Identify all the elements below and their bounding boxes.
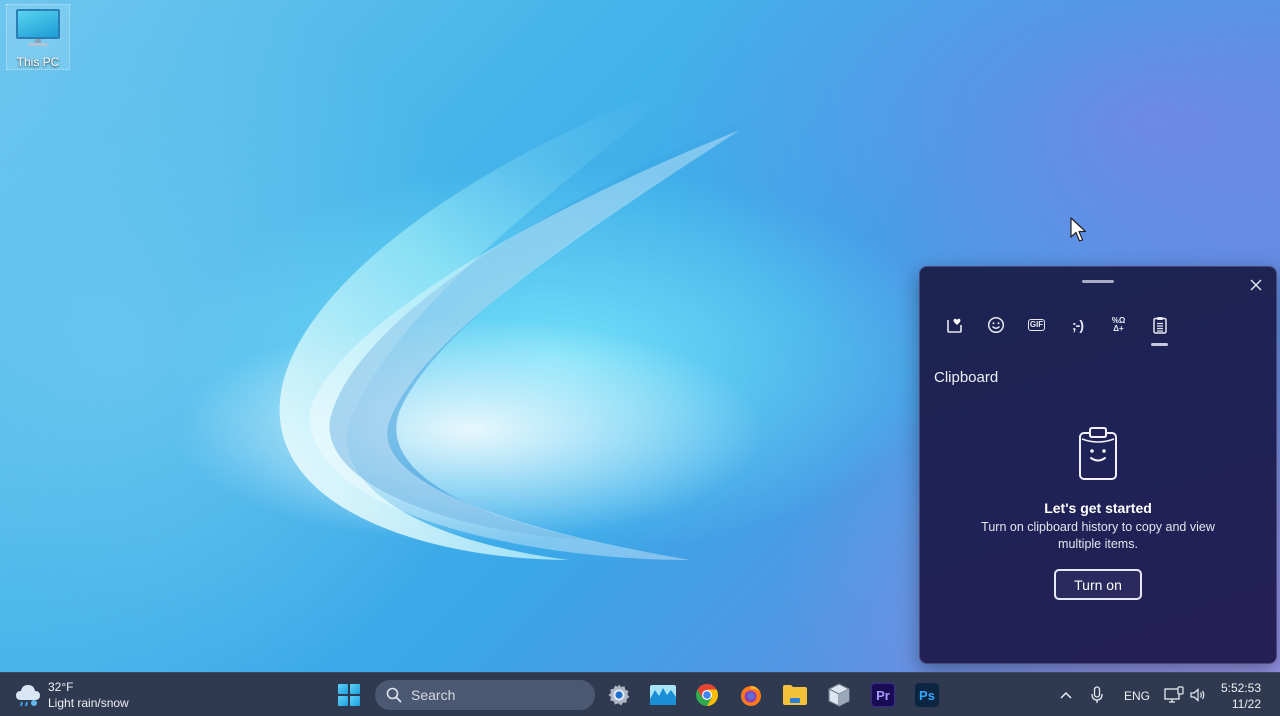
weather-condition: Light rain/snow <box>48 696 129 710</box>
windows-logo-icon <box>338 684 348 694</box>
clock-time: 5:52:53 <box>1220 681 1261 695</box>
tab-emoji[interactable] <box>975 311 1016 339</box>
close-icon <box>1250 279 1262 291</box>
speaker-volume-icon <box>1190 688 1205 702</box>
weather-temperature: 32°F <box>48 680 74 694</box>
mouse-cursor-icon <box>1070 217 1087 242</box>
start-button[interactable] <box>338 684 360 706</box>
taskbar-app-settings[interactable] <box>605 681 633 709</box>
folder-icon <box>783 685 807 705</box>
panel-tabs: GIF ;-) %Ω Δ+ <box>934 311 1180 346</box>
drag-handle[interactable] <box>1082 280 1114 283</box>
clipboard-smiley-icon <box>1079 427 1117 480</box>
taskbar-app-firefox[interactable] <box>737 681 765 709</box>
weather-cloud-snow-icon <box>16 685 40 707</box>
volume-button[interactable] <box>1184 681 1212 709</box>
taskbar-search[interactable]: Search <box>375 680 595 710</box>
virtualbox-icon <box>828 683 850 707</box>
taskbar-app-virtualbox[interactable] <box>825 681 853 709</box>
chrome-icon <box>696 684 718 706</box>
search-placeholder: Search <box>411 687 456 703</box>
empty-state-heading: Let's get started <box>1044 500 1152 516</box>
clipboard-icon <box>1152 317 1167 334</box>
tab-clipboard[interactable] <box>1139 311 1180 346</box>
premiere-pro-icon: Pr <box>871 683 895 707</box>
symbols-icon: %Ω Δ+ <box>1111 316 1126 333</box>
kaomoji-icon: ;-) <box>1072 317 1084 333</box>
wallpaper-swirl <box>279 80 790 560</box>
search-icon <box>386 687 402 703</box>
chevron-up-icon <box>1060 691 1072 699</box>
firefox-icon <box>741 686 761 706</box>
microphone-icon <box>1091 686 1103 703</box>
smiley-icon <box>987 316 1004 334</box>
turn-on-button[interactable]: Turn on <box>1054 569 1142 600</box>
clock-date: 11/22 <box>1231 697 1261 711</box>
tab-favorites[interactable] <box>934 311 975 339</box>
photos-icon <box>650 685 676 705</box>
show-hidden-icons-button[interactable] <box>1052 681 1080 709</box>
gif-icon: GIF <box>1027 319 1046 331</box>
desktop-icon-this-pc[interactable]: This PC <box>6 4 70 70</box>
taskbar-app-premiere-pro[interactable]: Pr <box>869 681 897 709</box>
section-title: Clipboard <box>934 369 999 386</box>
taskbar: 32°F Light rain/snow Search Pr Ps ENG 5:… <box>0 672 1280 716</box>
tab-kaomoji[interactable]: ;-) <box>1057 311 1098 339</box>
taskbar-app-file-explorer[interactable] <box>781 681 809 709</box>
tab-symbols[interactable]: %Ω Δ+ <box>1098 311 1139 339</box>
empty-state-description: Turn on clipboard history to copy and vi… <box>981 520 1215 551</box>
weather-widget[interactable]: 32°F Light rain/snow <box>14 679 129 711</box>
settings-gear-icon <box>608 684 630 706</box>
computer-monitor-icon <box>16 9 60 40</box>
desktop-icon-label: This PC <box>16 55 60 69</box>
heart-square-icon <box>946 318 962 333</box>
network-ethernet-icon <box>1164 686 1184 703</box>
emoji-clipboard-panel: GIF ;-) %Ω Δ+ Clipboard Let's get starte… <box>919 266 1277 664</box>
close-button[interactable] <box>1244 273 1268 297</box>
photoshop-icon: Ps <box>915 683 939 707</box>
taskbar-app-photos[interactable] <box>649 681 677 709</box>
taskbar-clock[interactable]: 5:52:53 11/22 <box>1221 680 1261 712</box>
tab-gif[interactable]: GIF <box>1016 311 1057 339</box>
microphone-button[interactable] <box>1083 681 1111 709</box>
taskbar-app-chrome[interactable] <box>693 681 721 709</box>
taskbar-app-photoshop[interactable]: Ps <box>913 681 941 709</box>
input-language-indicator[interactable]: ENG <box>1124 689 1150 703</box>
